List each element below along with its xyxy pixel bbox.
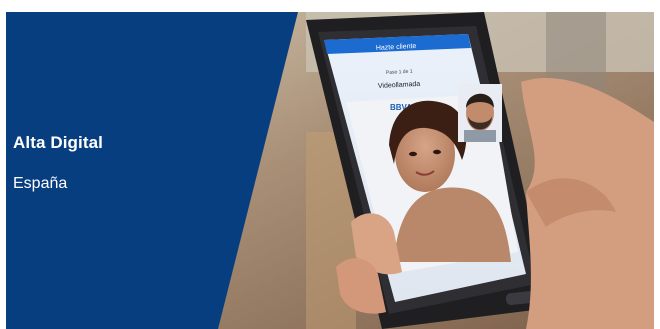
promo-banner: Hazte cliente Paso 1 de 1 Videollamada B… — [6, 12, 654, 329]
banner-subtitle: España — [13, 175, 68, 192]
banner-title: Alta Digital — [13, 133, 103, 152]
